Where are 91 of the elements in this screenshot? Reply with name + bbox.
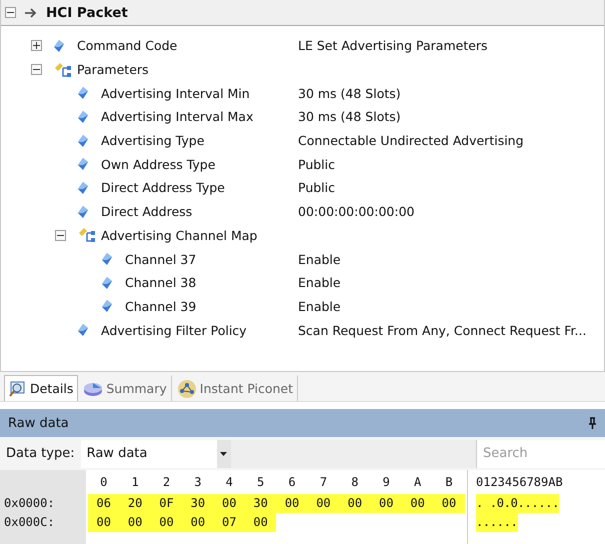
group-icon <box>53 62 73 78</box>
field-value: 30 ms (48 Slots) <box>298 109 401 124</box>
field-value: Enable <box>298 252 341 267</box>
field-name: Advertising Interval Max <box>101 109 254 124</box>
field-value: Enable <box>298 275 341 290</box>
arrow-icon <box>24 8 38 18</box>
field-name: Channel 37 <box>125 252 198 267</box>
hex-byte: 00 <box>308 494 340 513</box>
network-icon <box>176 378 197 398</box>
field-icon <box>77 323 89 338</box>
column-header: 5 <box>256 474 266 490</box>
column-header: 6 <box>287 474 297 490</box>
magnifier-icon <box>9 380 27 398</box>
field-value: 30 ms (48 Slots) <box>298 86 401 101</box>
hex-byte: 00 <box>339 494 371 513</box>
column-header: 8 <box>350 474 360 490</box>
hex-byte: 00 <box>433 494 465 513</box>
hex-byte: 00 <box>182 513 214 532</box>
tab[interactable]: Instant Piconet <box>172 375 298 401</box>
hex-byte: 00 <box>150 513 182 532</box>
field-value: Public <box>298 156 335 172</box>
column-header: 4 <box>224 474 234 490</box>
expand-button[interactable] <box>31 40 42 52</box>
hex-byte: 07 <box>214 513 245 532</box>
hex-byte: 0F <box>150 494 182 513</box>
field-name: Direct Address Type <box>101 180 226 196</box>
hex-byte: 30 <box>182 494 214 513</box>
ascii-text: . .0.0...... <box>476 494 560 513</box>
plus-icon <box>33 42 40 50</box>
minus-icon <box>7 9 14 16</box>
field-name: Advertising Interval Min <box>101 86 251 101</box>
field-name: Channel 38 <box>125 275 198 290</box>
collapse-button[interactable] <box>31 64 42 76</box>
field-name: Advertising Filter Policy <box>101 322 248 338</box>
group-icon <box>77 227 97 244</box>
caret-icon <box>220 452 228 456</box>
field-name: Own Address Type <box>101 156 216 172</box>
column-header: 3 <box>193 474 202 490</box>
column-header: A <box>412 474 422 490</box>
packet-title: HCI Packet <box>46 4 128 20</box>
field-value: Scan Request From Any, Connect Request Fr... <box>298 322 586 338</box>
column-header: B <box>444 474 454 490</box>
hex-byte: 20 <box>119 494 151 513</box>
data-type-label: Data type: <box>5 446 76 461</box>
field-value: 00:00:00:00:00:00 <box>298 204 414 220</box>
field-icon <box>77 204 89 219</box>
collapse-button[interactable] <box>55 230 66 241</box>
column-header: 2 <box>162 474 172 490</box>
field-icon <box>77 157 89 172</box>
hex-byte: 00 <box>119 513 151 532</box>
field-value: LE Set Advertising Parameters <box>298 38 488 54</box>
field-name: Advertising Channel Map <box>101 228 258 243</box>
ascii-header: 0123456789AB <box>476 475 563 489</box>
field-name: Advertising Type <box>101 133 206 148</box>
ascii-text: ...... <box>476 513 518 532</box>
field-icon <box>101 276 113 290</box>
field-icon <box>101 299 113 314</box>
tab[interactable]: Details <box>4 375 78 401</box>
hex-byte: 00 <box>370 494 402 513</box>
field-name: Command Code <box>77 38 178 54</box>
field-icon <box>77 110 89 124</box>
collapse-button[interactable] <box>5 7 16 18</box>
field-icon <box>77 134 89 148</box>
hex-byte: 30 <box>244 494 276 513</box>
hex-byte: 00 <box>402 494 434 513</box>
panel-title: Raw data <box>8 416 69 430</box>
offset-label: 0x0000: <box>3 495 56 512</box>
column-header: 0 <box>99 474 108 490</box>
field-name: Parameters <box>77 62 150 78</box>
field-value: Connectable Undirected Advertising <box>298 133 524 148</box>
field-icon <box>101 252 113 266</box>
hex-byte: 00 <box>214 494 245 513</box>
pin-icon[interactable] <box>588 417 597 429</box>
column-header: 9 <box>382 474 391 490</box>
field-name: Channel 39 <box>125 298 198 314</box>
field-icon <box>53 38 65 53</box>
column-header: 7 <box>318 474 328 490</box>
field-value: Enable <box>298 298 341 314</box>
column-header: 1 <box>130 474 140 490</box>
hex-byte: 00 <box>244 513 276 532</box>
search-field[interactable]: Search <box>477 440 605 468</box>
field-icon <box>77 180 89 195</box>
field-name: Direct Address <box>101 204 194 220</box>
hex-byte: 00 <box>88 513 120 532</box>
field-icon <box>77 86 89 100</box>
data-type-dropdown[interactable]: Raw data <box>80 440 231 468</box>
field-value: Public <box>298 180 335 196</box>
hex-byte: 00 <box>276 494 308 513</box>
offset-label: 0x000C: <box>3 514 56 531</box>
tab[interactable]: Summary <box>78 375 172 401</box>
hex-byte: 06 <box>88 494 120 513</box>
